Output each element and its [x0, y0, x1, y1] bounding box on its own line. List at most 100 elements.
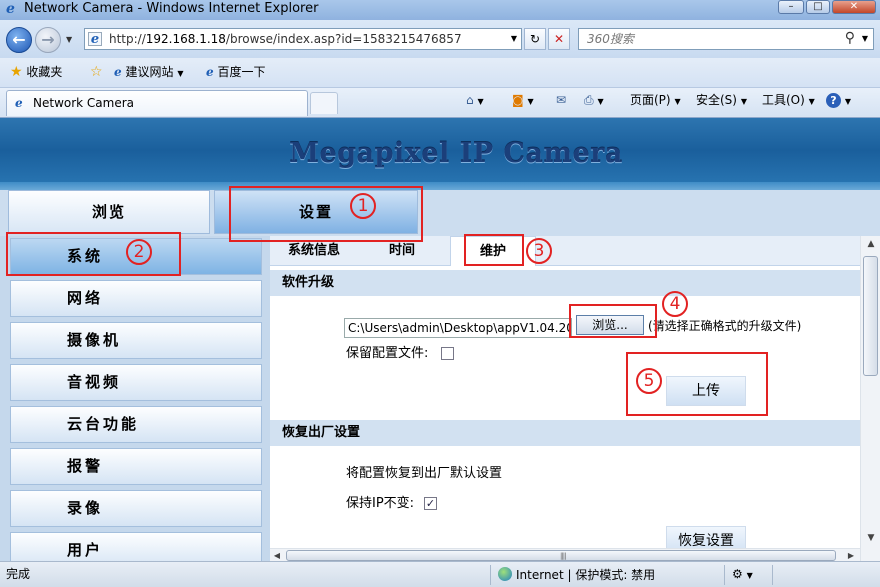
search-icon[interactable]: ⚲: [845, 30, 855, 46]
stop-button[interactable]: ✕: [548, 28, 570, 50]
status-separator: [772, 565, 773, 585]
annotation-marker-2: 2: [126, 239, 152, 265]
compat-view-button[interactable]: ↻: [524, 28, 546, 50]
back-arrow-icon: ←: [12, 30, 26, 49]
sidebar: 系统 网络 摄像机 音视频 云台功能 报警 录像 用户: [0, 236, 270, 561]
home-icon: ⌂: [466, 93, 474, 107]
search-box[interactable]: 360搜索 ⚲ ▼: [578, 28, 874, 50]
back-button[interactable]: ←: [6, 27, 32, 53]
scroll-left-icon[interactable]: ◀: [270, 549, 284, 561]
restore-description: 将配置恢复到出厂默认设置: [346, 466, 503, 481]
annotation-marker-4: 4: [662, 291, 688, 317]
baidu-label: 百度一下: [217, 65, 266, 79]
search-dropdown-icon[interactable]: ▼: [862, 34, 868, 43]
upgrade-section-header: 软件升级: [270, 270, 860, 296]
sidebar-item-record[interactable]: 录像: [10, 490, 262, 527]
page-menu-label: 页面(P): [630, 93, 671, 107]
window-titlebar: e Network Camera - Windows Internet Expl…: [0, 0, 880, 20]
page-icon: e: [88, 32, 102, 47]
upload-button[interactable]: 上传: [666, 376, 746, 406]
url-path: /browse/index.asp?id=1583215476857: [225, 32, 462, 46]
sidebar-item-network[interactable]: 网络: [10, 280, 262, 317]
scroll-down-icon[interactable]: ▼: [861, 530, 880, 546]
favorites-bar: ★ 收藏夹 ☆ e 建议网站 ▼ e 百度一下: [0, 58, 880, 88]
tab-network-camera[interactable]: e Network Camera: [6, 90, 308, 116]
top-nav: 浏览 设置: [0, 190, 880, 236]
tab-label: Network Camera: [33, 96, 135, 110]
favorites-star-icon: ★: [10, 64, 23, 80]
add-favorite-icon: ☆: [90, 64, 103, 80]
add-favorite-button[interactable]: ☆: [90, 64, 103, 80]
address-dropdown-icon[interactable]: ▼: [511, 34, 517, 43]
popup-blocker-button[interactable]: ⚙ ▼: [732, 567, 753, 583]
scroll-up-icon[interactable]: ▲: [861, 236, 880, 252]
maximize-button[interactable]: □: [806, 0, 830, 14]
sidebar-item-av[interactable]: 音视频: [10, 364, 262, 401]
tab-bar: e Network Camera ⌂ ▼ ◙ ▼ ✉ ⎙ ▼ 页面(P) ▼ 安…: [0, 88, 880, 116]
main-panel: 系统信息 时间 维护 软件升级 C:\Users\admin\Desktop\a…: [270, 236, 860, 561]
ie-logo-icon: e: [6, 1, 15, 17]
firmware-file-input[interactable]: C:\Users\admin\Desktop\appV1.04.20-: [344, 318, 572, 338]
address-url[interactable]: http://192.168.1.18/browse/index.asp?id=…: [109, 32, 462, 47]
history-dropdown-icon[interactable]: ▼: [66, 35, 72, 44]
mail-icon: ✉: [556, 93, 567, 107]
status-bar: 完成 Internet | 保护模式: 禁用 ⚙ ▼: [0, 561, 880, 587]
keep-ip-label: 保持IP不变:: [346, 496, 415, 511]
vertical-scrollbar[interactable]: ▲ ▼: [860, 236, 880, 561]
new-tab-button[interactable]: [310, 92, 338, 114]
forward-button[interactable]: →: [35, 27, 61, 53]
scroll-right-icon[interactable]: ▶: [844, 549, 858, 561]
sidebar-item-alarm[interactable]: 报警: [10, 448, 262, 485]
tools-menu[interactable]: 工具(O) ▼: [762, 92, 815, 110]
refresh-icon: ↻: [529, 32, 541, 46]
window-title: Network Camera - Windows Internet Explor…: [24, 1, 319, 16]
top-nav-browse[interactable]: 浏览: [8, 190, 210, 234]
favorites-button[interactable]: ★ 收藏夹: [10, 64, 62, 80]
popup-dropdown-icon: ▼: [746, 571, 753, 580]
vertical-scroll-thumb[interactable]: [863, 256, 878, 376]
popup-icon: ⚙: [732, 567, 743, 581]
read-mail-button[interactable]: ✉: [556, 92, 566, 108]
tab-maintenance[interactable]: 维护: [450, 236, 536, 266]
page-menu[interactable]: 页面(P) ▼: [630, 92, 681, 110]
scroll-grip-icon: ||||: [560, 552, 567, 560]
suggested-dropdown-icon: ▼: [177, 69, 184, 78]
home-button[interactable]: ⌂ ▼: [466, 92, 484, 110]
help-menu[interactable]: ? ▼: [826, 92, 851, 110]
tab-system-info[interactable]: 系统信息: [274, 236, 354, 266]
page-viewport: Megapixel IP Camera 浏览 设置 系统 网络 摄像机 音视频 …: [0, 117, 880, 561]
forward-arrow-icon: →: [41, 30, 55, 49]
status-separator: [490, 565, 491, 585]
annotation-marker-3: 3: [526, 238, 552, 264]
top-nav-settings[interactable]: 设置: [214, 190, 418, 234]
tab-time[interactable]: 时间: [366, 236, 438, 266]
search-placeholder: 360搜索: [587, 32, 634, 46]
address-bar[interactable]: e http://192.168.1.18/browse/index.asp?i…: [84, 28, 522, 50]
safety-menu-label: 安全(S): [696, 93, 737, 107]
baidu-link[interactable]: e 百度一下: [206, 64, 265, 80]
keep-ip-checkbox[interactable]: ✓: [424, 497, 437, 510]
ie-page-icon: e: [206, 65, 214, 79]
sidebar-item-camera[interactable]: 摄像机: [10, 322, 262, 359]
feeds-button[interactable]: ◙ ▼: [512, 92, 534, 110]
print-button[interactable]: ⎙ ▼: [584, 92, 604, 110]
keep-config-checkbox[interactable]: [441, 347, 454, 360]
suggested-sites-link[interactable]: e 建议网站 ▼: [114, 64, 183, 82]
help-icon: ?: [826, 93, 841, 108]
ie-page-icon: e: [114, 65, 122, 79]
safety-menu[interactable]: 安全(S) ▼: [696, 92, 747, 110]
browse-button[interactable]: 浏览...: [576, 315, 644, 335]
stop-icon: ✕: [553, 32, 565, 46]
minimize-button[interactable]: –: [778, 0, 804, 14]
rss-icon: ◙: [512, 93, 524, 107]
sidebar-item-ptz[interactable]: 云台功能: [10, 406, 262, 443]
security-zone-label: Internet | 保护模式: 禁用: [516, 568, 656, 582]
address-toolbar: ← → ▼ e http://192.168.1.18/browse/index…: [0, 20, 880, 58]
security-zone[interactable]: Internet | 保护模式: 禁用: [498, 567, 655, 583]
horizontal-scrollbar[interactable]: ◀ |||| ▶: [270, 548, 860, 561]
status-text: 完成: [6, 567, 31, 581]
header-banner: Megapixel IP Camera: [0, 118, 880, 190]
close-window-button[interactable]: ✕: [832, 0, 876, 14]
favorites-label: 收藏夹: [26, 65, 63, 79]
sidebar-item-user[interactable]: 用户: [10, 532, 262, 561]
